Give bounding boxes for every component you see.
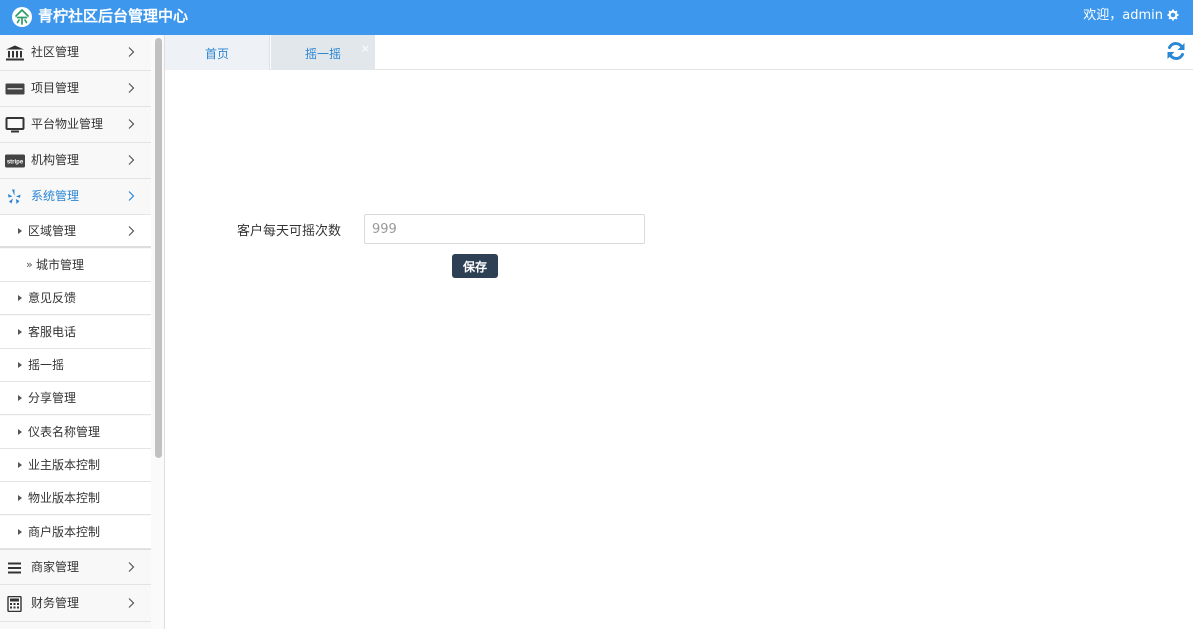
bars-icon	[8, 562, 21, 574]
submenu-item-owner-version[interactable]: 业主版本控制	[0, 449, 151, 482]
chevron-right-icon	[128, 83, 135, 93]
chevron-right-icon	[128, 47, 135, 57]
sidebar-item-label: 平台物业管理	[31, 117, 104, 131]
caret-right-icon	[18, 495, 22, 501]
app-title: 青柠社区后台管理中心	[38, 7, 189, 25]
submenu-item-meter-names[interactable]: 仪表名称管理	[0, 416, 151, 449]
scrollbar-thumb[interactable]	[155, 38, 162, 458]
submenu-item-label: 仪表名称管理	[28, 425, 101, 439]
daily-shakes-label: 客户每天可摇次数	[237, 224, 342, 239]
close-icon[interactable]: ×	[361, 43, 370, 55]
refresh-icon[interactable]	[1165, 40, 1187, 62]
caret-right-icon	[18, 462, 22, 468]
sidebar-item-finance[interactable]: 财务管理	[0, 586, 151, 622]
sidebar-item-label: 机构管理	[31, 153, 80, 167]
top-bar: 青柠社区后台管理中心 欢迎，admin	[0, 0, 1193, 35]
submenu-item-label: 客服电话	[28, 325, 77, 339]
double-chevron-icon: »	[26, 258, 33, 271]
submenu-item-city[interactable]: » 城市管理	[0, 249, 151, 282]
monitor-icon	[5, 117, 25, 133]
chevron-right-icon	[128, 155, 135, 165]
submenu-item-label: 业主版本控制	[28, 458, 101, 472]
svg-text:stripe: stripe	[7, 160, 24, 166]
save-button[interactable]: 保存	[452, 254, 498, 278]
sidebar-item-community[interactable]: 社区管理	[0, 35, 151, 71]
card-icon	[5, 83, 25, 95]
caret-right-icon	[18, 529, 22, 535]
chevron-right-icon	[128, 191, 135, 201]
sidebar: 社区管理 项目管理 平台物业管理 stripe 机构管理 系统管理 区域管理 »…	[0, 35, 151, 629]
submenu-item-merchant-version[interactable]: 商户版本控制	[0, 516, 151, 549]
gear-icon[interactable]	[1167, 9, 1179, 21]
leaf-logo-icon	[12, 7, 32, 27]
tab-label: 摇一摇	[304, 47, 341, 61]
tab-label: 首页	[204, 47, 229, 61]
submenu-item-shake[interactable]: 摇一摇	[0, 349, 151, 382]
submenu-item-feedback[interactable]: 意见反馈	[0, 282, 151, 315]
caret-right-icon	[18, 228, 22, 234]
bank-icon	[6, 45, 24, 61]
submenu-item-label: 商户版本控制	[28, 525, 101, 539]
sidebar-item-label: 商家管理	[31, 560, 80, 574]
sidebar-item-label: 社区管理	[31, 45, 80, 59]
submenu-item-share[interactable]: 分享管理	[0, 382, 151, 415]
welcome-text[interactable]: 欢迎，admin	[1083, 0, 1163, 32]
sidebar-item-label: 项目管理	[31, 81, 80, 95]
submenu-item-service-phone[interactable]: 客服电话	[0, 316, 151, 349]
caret-right-icon	[18, 362, 22, 368]
sidebar-scrollbar[interactable]	[151, 35, 165, 629]
sidebar-item-merchants[interactable]: 商家管理	[0, 549, 151, 585]
chevron-right-icon	[128, 226, 135, 236]
sidebar-item-institutions[interactable]: stripe 机构管理	[0, 143, 151, 179]
chevron-right-icon	[128, 598, 135, 608]
caret-right-icon	[18, 395, 22, 401]
chevron-right-icon	[128, 562, 135, 572]
stripe-icon: stripe	[5, 154, 25, 168]
submenu-item-label: 摇一摇	[28, 358, 65, 372]
submenu-item-property-version[interactable]: 物业版本控制	[0, 482, 151, 515]
submenu-item-label: 城市管理	[36, 258, 85, 272]
chevron-right-icon	[128, 119, 135, 129]
sidebar-item-property[interactable]: 平台物业管理	[0, 107, 151, 143]
sidebar-item-label: 财务管理	[31, 596, 80, 610]
tab-shake[interactable]: 摇一摇 ×	[271, 35, 375, 70]
submenu-item-label: 分享管理	[28, 391, 77, 405]
sidebar-item-label: 系统管理	[31, 189, 80, 203]
caret-right-icon	[18, 329, 22, 335]
submenu-item-label: 意见反馈	[28, 291, 77, 305]
submenu-item-label: 物业版本控制	[28, 491, 101, 505]
caret-right-icon	[18, 429, 22, 435]
daily-shakes-input[interactable]	[364, 214, 645, 244]
caret-right-icon	[18, 295, 22, 301]
calculator-icon	[7, 596, 22, 612]
submenu-item-region[interactable]: 区域管理	[0, 215, 151, 248]
sidebar-item-projects[interactable]: 项目管理	[0, 71, 151, 107]
sidebar-item-system[interactable]: 系统管理	[0, 179, 151, 215]
submenu-item-label: 区域管理	[28, 224, 77, 238]
tab-bar: 首页 摇一摇 ×	[165, 35, 1193, 70]
yelp-icon	[8, 189, 21, 204]
tab-home[interactable]: 首页	[165, 35, 270, 70]
